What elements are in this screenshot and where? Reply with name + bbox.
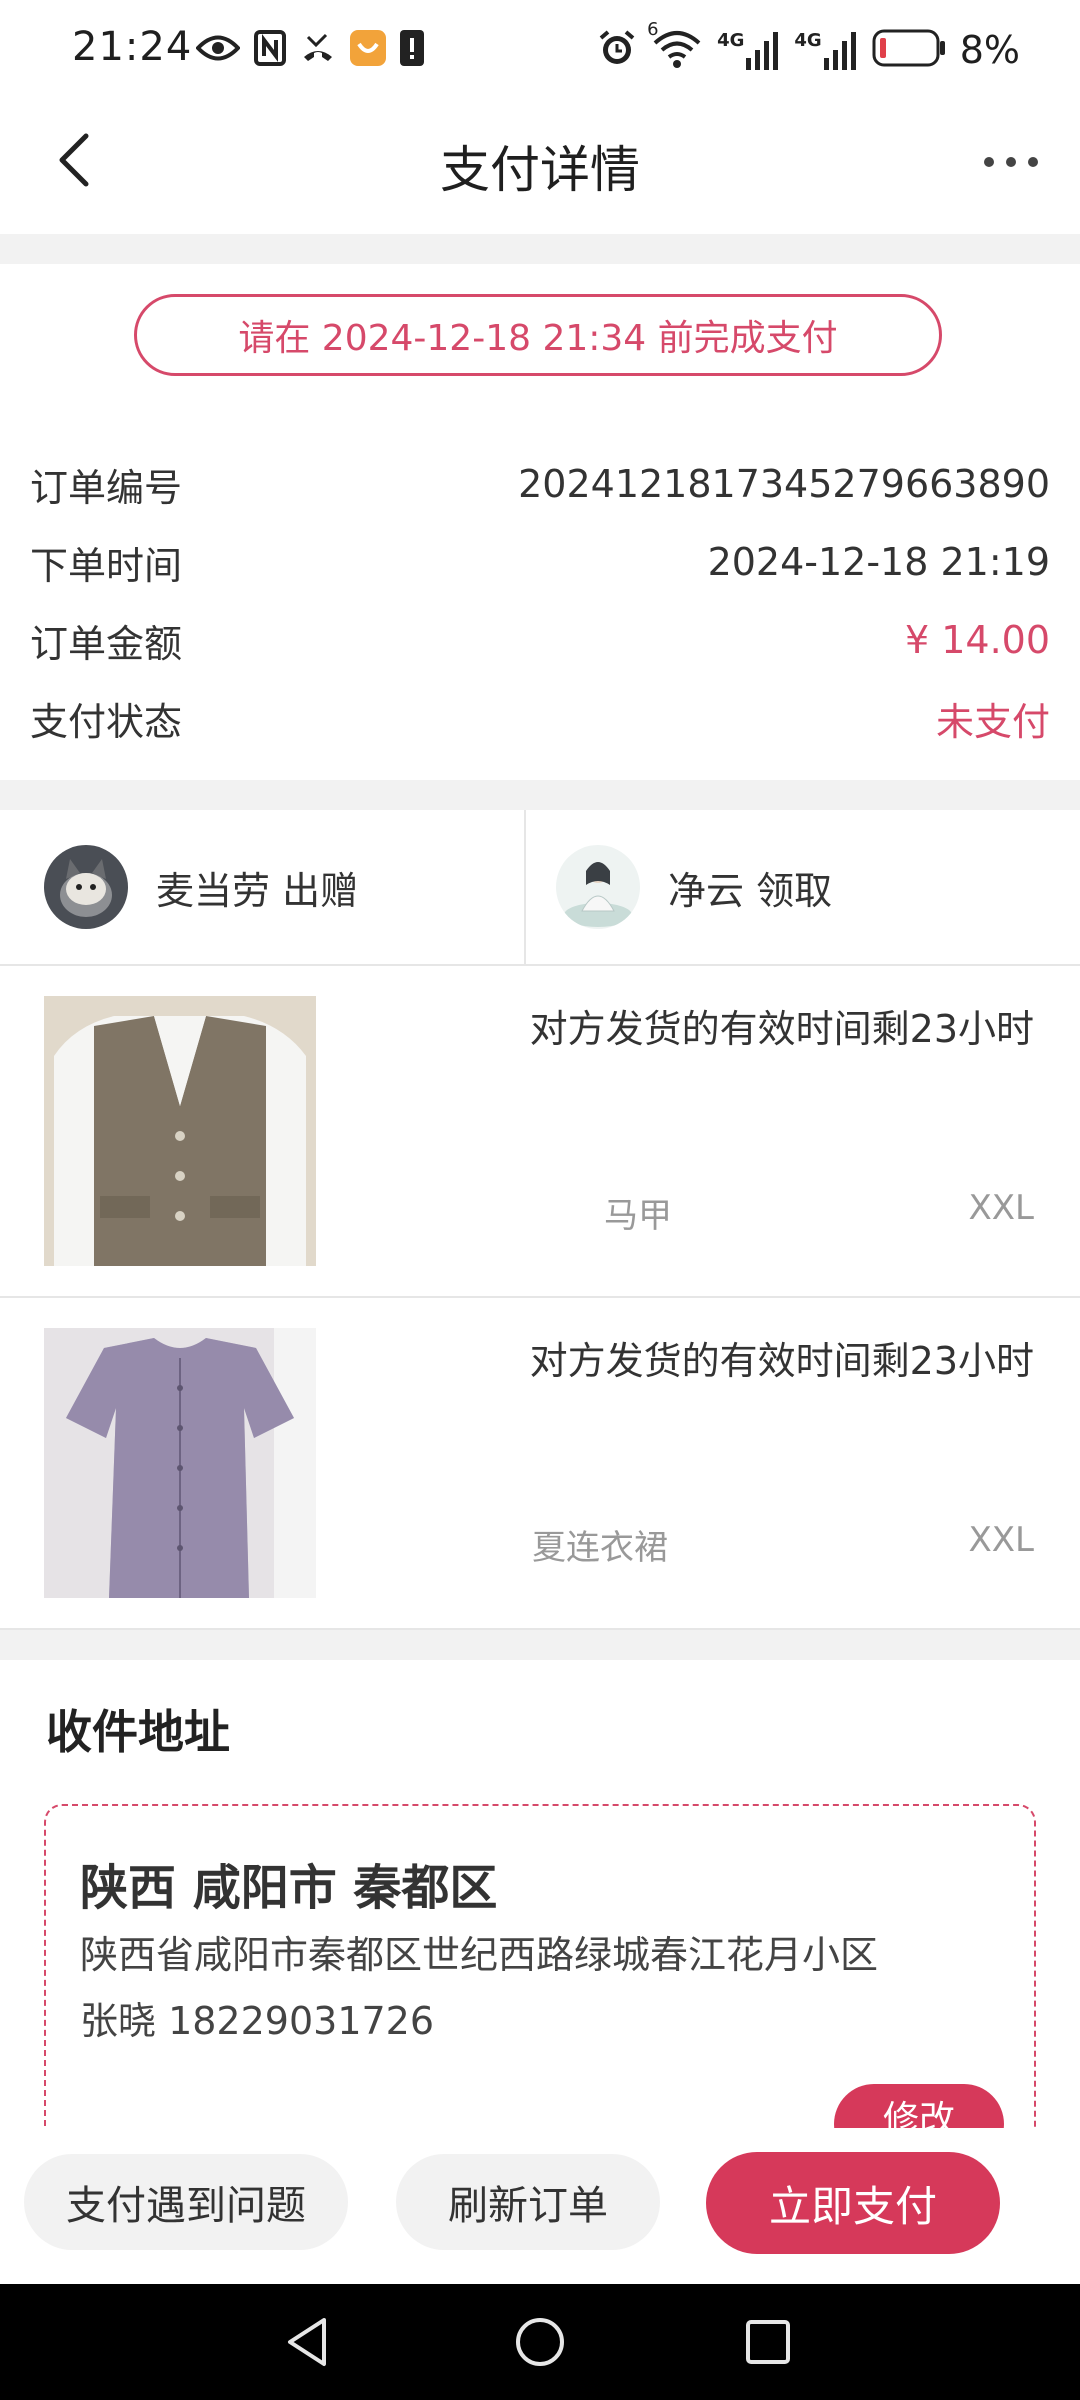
giver-label: 麦当劳 出赠 (156, 868, 359, 913)
receiver-item[interactable]: 净云 领取 (556, 810, 1080, 964)
shipping-time-note: 对方发货的有效时间剩23小时 (529, 1007, 1034, 1051)
refresh-order-button[interactable]: 刷新订单 (396, 2154, 660, 2250)
address-card[interactable]: 陕西 咸阳市 秦都区 陕西省咸阳市秦都区世纪西路绿城春江花月小区 张晓 1822… (44, 1804, 1036, 2144)
eye-icon (195, 33, 241, 67)
list-item[interactable]: 对方发货的有效时间剩23小时 夏连衣裙 XXL (0, 1298, 1080, 1630)
item-size: XXL (968, 1188, 1034, 1228)
list-item[interactable]: 对方发货的有效时间剩23小时 马甲 XXL (0, 966, 1080, 1298)
signal-icon: 4G (794, 30, 857, 70)
item-image-dress (44, 1328, 316, 1598)
circle-home-icon (514, 2316, 566, 2372)
status-time: 21:24 (72, 24, 193, 70)
missed-call-icon (300, 31, 336, 69)
status-icons-left (195, 28, 424, 72)
payment-deadline-banner: 请在 2024-12-18 21:34 前完成支付 (134, 294, 942, 376)
order-number-value: 20241218173452796638​90 (518, 462, 1050, 506)
item-name: 夏连衣裙 (532, 1528, 668, 1568)
shipping-time-note: 对方发货的有效时间剩23小时 (529, 1339, 1034, 1383)
order-amount-value: ¥ 14.00 (904, 618, 1050, 662)
bottom-action-bar: 支付遇到问题 刷新订单 立即支付 (0, 2128, 1080, 2284)
payment-status-label: 支付状态 (30, 699, 183, 744)
payment-status-value: 未支付 (935, 699, 1050, 744)
system-nav-bar (0, 2284, 1080, 2400)
status-bar: 21:24 6 4G 4G 8% (0, 0, 1080, 100)
section-divider (0, 1630, 1080, 1660)
network-label: 4G (717, 30, 745, 51)
payment-status-row: 支付状态 未支付 (30, 688, 1050, 748)
signal-icon: 4G (717, 30, 780, 70)
app-notification-icon (350, 30, 386, 70)
page-title: 支付详情 (440, 141, 640, 199)
item-name: 马甲 (604, 1196, 672, 1236)
battery-percent: 8% (959, 28, 1020, 72)
nav-home-button[interactable] (504, 2308, 576, 2380)
address-detail: 陕西省咸阳市秦都区世纪西路绿城春江花月小区 (80, 1933, 879, 1977)
wifi-icon: 6 (647, 19, 703, 73)
address-region: 陕西 咸阳市 秦都区 (80, 1860, 498, 1916)
order-number-row: 订单编号 20241218173452796638​90 (30, 454, 1050, 514)
status-icons-right: 6 4G 4G 8% (597, 19, 1020, 76)
giver-item[interactable]: 麦当劳 出赠 (44, 810, 569, 964)
receiver-avatar (556, 845, 640, 929)
order-time-row: 下单时间 2024-12-18 21:19 (30, 532, 1050, 592)
giver-avatar (44, 845, 128, 929)
address-section-title: 收件地址 (46, 1705, 230, 1759)
item-image-vest (44, 996, 316, 1266)
order-number-label: 订单编号 (30, 465, 183, 510)
more-horizontal-icon (983, 153, 1039, 172)
order-time-label: 下单时间 (30, 543, 183, 588)
more-button[interactable] (966, 122, 1056, 202)
order-time-value: 2024-12-18 21:19 (707, 540, 1050, 584)
triangle-back-icon (284, 2316, 332, 2372)
section-divider (0, 234, 1080, 264)
section-divider (0, 780, 1080, 810)
pay-now-button[interactable]: 立即支付 (706, 2152, 1000, 2254)
page-header: 支付详情 (0, 100, 1080, 234)
order-amount-label: 订单金额 (30, 621, 183, 666)
item-size: XXL (968, 1520, 1034, 1560)
address-contact: 张晓 18229031726 (80, 1999, 435, 2043)
sim-alert-icon (400, 30, 424, 70)
alarm-icon (597, 28, 637, 72)
payment-problem-button[interactable]: 支付遇到问题 (24, 2154, 348, 2250)
wifi-badge: 6 (647, 19, 659, 40)
nfc-icon (254, 30, 286, 70)
gift-divider (524, 810, 526, 966)
order-amount-row: 订单金额 ¥ 14.00 (30, 610, 1050, 670)
network-label: 4G (794, 30, 822, 51)
gift-parties-row: 麦当劳 出赠 净云 领取 (0, 810, 1080, 966)
battery-icon (872, 29, 946, 71)
nav-recents-button[interactable] (732, 2308, 804, 2380)
nav-back-button[interactable] (272, 2308, 344, 2380)
receiver-label: 净云 领取 (668, 868, 833, 913)
square-recents-icon (744, 2318, 792, 2370)
